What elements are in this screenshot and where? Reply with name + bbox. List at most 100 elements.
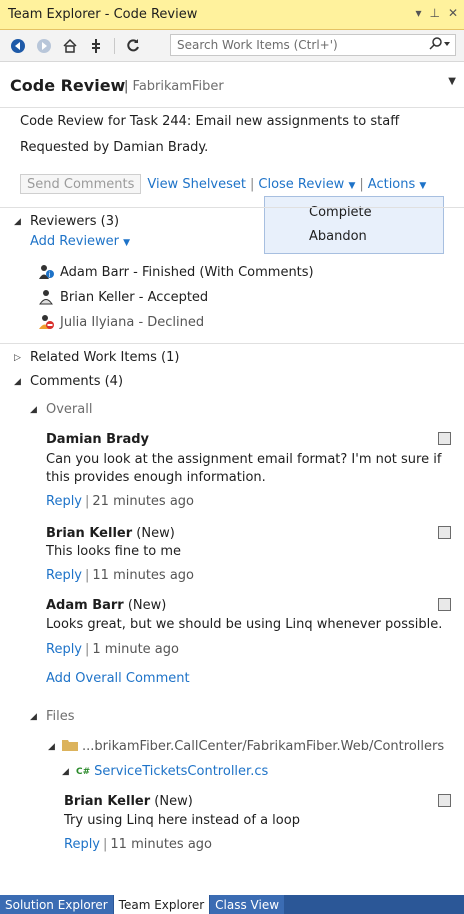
reply-link[interactable]: Reply: [64, 837, 100, 852]
review-requested-by: Requested by Damian Brady.: [20, 140, 209, 155]
action-row: Send Comments View Shelveset | Close Rev…: [20, 172, 426, 196]
title-bar: Team Explorer - Code Review ▾ ⊥ ✕: [0, 0, 464, 30]
reply-link[interactable]: Reply: [46, 568, 82, 583]
comment-author: Brian Keller (New): [46, 526, 175, 541]
reply-link[interactable]: Reply: [46, 642, 82, 657]
tab-class-view[interactable]: Class View: [210, 895, 286, 914]
menu-item-abandon[interactable]: Abandon: [309, 229, 367, 244]
file-row[interactable]: ◢ C# ServiceTicketsController.cs: [62, 764, 268, 779]
comment-text: this provides enough information.: [46, 470, 266, 485]
project-name: | FabrikamFiber: [124, 79, 224, 94]
expanded-triangle-icon: ◢: [48, 741, 55, 752]
page-header: Code Review | FabrikamFiber ▼: [0, 62, 464, 108]
pin-icon[interactable]: ⊥: [429, 6, 439, 20]
add-reviewer-link[interactable]: Add Reviewer ▼: [30, 234, 130, 249]
header-dropdown-icon[interactable]: ▼: [448, 76, 456, 87]
reply-link[interactable]: Reply: [46, 494, 82, 509]
reviewer-declined-icon: [38, 314, 54, 330]
reviewer-row[interactable]: Julia Ilyiana - Declined: [38, 314, 204, 330]
actions-link[interactable]: Actions ▼: [368, 177, 427, 192]
comment-checkbox[interactable]: [438, 432, 451, 445]
reviewer-finished-icon: i: [38, 264, 54, 280]
comment-meta: Reply | 21 minutes ago: [46, 494, 194, 509]
comments-header-label: Comments (4): [30, 374, 124, 389]
svg-text:i: i: [49, 271, 51, 279]
close-icon[interactable]: ✕: [448, 6, 458, 20]
comment-meta: Reply | 1 minute ago: [46, 642, 179, 657]
expanded-triangle-icon: ◢: [30, 404, 37, 415]
window-title: Team Explorer - Code Review: [8, 7, 198, 22]
tab-team-explorer[interactable]: Team Explorer: [113, 895, 211, 914]
comment-checkbox[interactable]: [438, 598, 451, 611]
section-divider: [0, 207, 464, 208]
bottom-tab-strip: Solution Explorer Team Explorer Class Vi…: [0, 895, 464, 914]
comment-author: Brian Keller (New): [64, 794, 193, 809]
divider: |: [250, 176, 255, 192]
reviewer-name: Adam Barr - Finished (With Comments): [60, 264, 314, 280]
comment-text: Looks great, but we should be using Linq…: [46, 617, 443, 632]
reviewer-name: Brian Keller - Accepted: [60, 289, 209, 305]
comment-author: Adam Barr (New): [46, 598, 167, 613]
comment-time: 11 minutes ago: [92, 568, 195, 583]
chevron-down-icon: ▼: [419, 180, 427, 191]
comment-author: Damian Brady: [46, 432, 149, 447]
expanded-triangle-icon: ◢: [30, 711, 37, 722]
divider: |: [359, 176, 364, 192]
folder-row[interactable]: ◢ ...brikamFiber.CallCenter/FabrikamFibe…: [48, 738, 444, 755]
comment-text: Can you look at the assignment email for…: [46, 452, 442, 467]
review-title: Code Review for Task 244: Email new assi…: [20, 114, 400, 129]
related-header-label: Related Work Items (1): [30, 350, 180, 365]
reviewer-accepted-icon: [38, 289, 54, 305]
view-shelveset-link[interactable]: View Shelveset: [147, 177, 246, 192]
add-overall-comment-link[interactable]: Add Overall Comment: [46, 671, 190, 686]
dropdown-icon[interactable]: ▾: [415, 6, 421, 20]
expanded-triangle-icon: ◢: [14, 376, 21, 387]
reviewer-row[interactable]: Brian Keller - Accepted: [38, 289, 208, 305]
comment-checkbox[interactable]: [438, 794, 451, 807]
divider: |: [85, 494, 90, 509]
search-placeholder: Search Work Items (Ctrl+'): [177, 38, 338, 52]
chevron-down-icon: ▼: [123, 238, 131, 248]
overall-group-header[interactable]: ◢ Overall: [30, 402, 92, 417]
files-group-header[interactable]: ◢ Files: [30, 709, 75, 724]
comment-meta: Reply | 11 minutes ago: [64, 837, 212, 852]
forward-icon[interactable]: [34, 36, 54, 56]
comment-text: Try using Linq here instead of a loop: [64, 813, 300, 828]
folder-path: ...brikamFiber.CallCenter/FabrikamFiber.…: [82, 739, 445, 754]
comment-checkbox[interactable]: [438, 526, 451, 539]
comments-header[interactable]: ◢ Comments (4): [14, 374, 123, 389]
reviewers-header-label: Reviewers (3): [30, 214, 120, 229]
expanded-triangle-icon: ◢: [14, 216, 21, 227]
home-icon[interactable]: [60, 36, 80, 56]
comment-meta: Reply | 11 minutes ago: [46, 568, 194, 583]
comment-time: 11 minutes ago: [110, 837, 213, 852]
folder-icon: [62, 738, 78, 755]
reviewer-name: Julia Ilyiana - Declined: [60, 314, 205, 330]
search-input[interactable]: Search Work Items (Ctrl+'): [170, 34, 456, 56]
related-work-items-header[interactable]: ▷ Related Work Items (1): [14, 350, 179, 365]
comment-text: This looks fine to me: [46, 544, 182, 559]
page-title: Code Review: [10, 76, 126, 95]
reviewers-header[interactable]: ◢ Reviewers (3): [14, 214, 119, 229]
back-icon[interactable]: [8, 36, 28, 56]
toolbar: Search Work Items (Ctrl+'): [0, 30, 464, 62]
csharp-file-icon: C#: [76, 766, 91, 777]
toolbar-separator: [114, 37, 115, 54]
search-icon[interactable]: [429, 37, 451, 54]
send-comments-button[interactable]: Send Comments: [20, 174, 142, 194]
overall-label: Overall: [46, 402, 93, 417]
comment-time: 1 minute ago: [92, 642, 179, 657]
file-name-link[interactable]: ServiceTicketsController.cs: [94, 764, 268, 779]
files-label: Files: [46, 709, 75, 724]
connect-icon[interactable]: [86, 36, 106, 56]
refresh-icon[interactable]: [123, 36, 143, 56]
collapsed-triangle-icon: ▷: [14, 352, 21, 363]
tab-solution-explorer[interactable]: Solution Explorer: [0, 895, 114, 914]
section-divider: [0, 343, 464, 344]
reviewer-row[interactable]: i Adam Barr - Finished (With Comments): [38, 264, 314, 280]
divider: |: [85, 568, 90, 583]
divider: |: [85, 642, 90, 657]
divider: |: [103, 837, 108, 852]
close-review-menu: Complete Abandon: [264, 196, 444, 254]
close-review-link[interactable]: Close Review ▼: [258, 177, 355, 192]
